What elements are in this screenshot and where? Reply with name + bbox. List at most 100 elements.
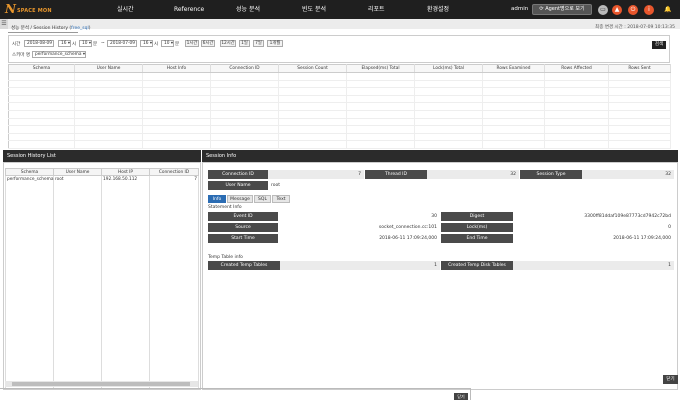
col-schema[interactable]: Schema — [5, 168, 54, 176]
agent-view-button[interactable]: ⟳ Agent명으로 보기 — [532, 4, 592, 15]
created-temp-disk-tables-value: 1 — [513, 261, 674, 270]
logo-text: SPACE MON — [17, 8, 52, 14]
nav-settings[interactable]: 환경설정 — [427, 0, 449, 19]
thread-id-value: 32 — [427, 170, 519, 179]
col-host-info[interactable]: Host Info — [142, 64, 211, 73]
col-lock-ms-total[interactable]: Lock(ms) Total — [414, 64, 483, 73]
empty-row — [8, 118, 671, 127]
col-elapsed-ms-total[interactable]: Elapsed(ms) Total — [346, 64, 415, 73]
logo[interactable]: N SPACE MON — [5, 2, 65, 17]
bottom-separator — [470, 388, 471, 400]
digest-value: 3300ff81ddaf109e87773cd7942c72bd — [513, 212, 674, 221]
bottom-divider — [0, 388, 470, 389]
nav-frequency[interactable]: 빈도 분석 — [302, 0, 326, 19]
user-name-label: User Name — [208, 181, 268, 190]
info-icon[interactable]: i — [644, 5, 654, 15]
empty-row — [8, 102, 671, 111]
nav-performance[interactable]: 성능 분석 — [236, 0, 260, 19]
tab-strip — [0, 19, 680, 29]
horizontal-scrollbar[interactable] — [5, 381, 198, 387]
quick-1h-button[interactable]: 1시간 — [185, 40, 199, 47]
connection-id-value: 7 — [268, 170, 364, 179]
quick-7d-button[interactable]: 7일 — [253, 40, 264, 47]
col-rows-sent[interactable]: Rows Sent — [608, 64, 671, 73]
user-name-value: root — [268, 181, 364, 190]
schema-select[interactable]: performance_schema ▾ — [32, 51, 86, 58]
quick-6h-button[interactable]: 6시간 — [201, 40, 215, 47]
digest-label: Digest — [441, 212, 513, 221]
empty-row — [8, 125, 671, 134]
scrollbar-thumb[interactable] — [12, 382, 190, 386]
range-separator: ~ — [101, 41, 105, 46]
empty-row — [8, 140, 671, 149]
tab-info[interactable]: Info — [208, 195, 226, 203]
col-host-ip[interactable]: Host IP — [101, 168, 150, 176]
thread-id-label: Thread ID — [365, 170, 427, 179]
empty-row — [5, 182, 199, 388]
hour-unit: 시 — [72, 42, 77, 47]
tab-message[interactable]: Message — [227, 195, 253, 203]
search-button[interactable]: 검색 — [652, 41, 666, 49]
start-hour-select[interactable]: 16 ▾ — [58, 40, 71, 47]
tab-sql[interactable]: SQL — [254, 195, 271, 203]
bottom-close-button[interactable]: 닫기 — [454, 393, 468, 400]
end-min-select[interactable]: 10 ▾ — [161, 40, 174, 47]
start-time-value: 2018-06-11 17:09:24,000 — [278, 234, 440, 243]
cell-host: 192.168.50.112 — [101, 175, 150, 183]
source-label: Source — [208, 223, 278, 232]
bell-icon[interactable]: 🔔 — [663, 5, 673, 15]
col-session-count[interactable]: Session Count — [278, 64, 347, 73]
col-connection-id[interactable]: Connection ID — [210, 64, 279, 73]
quick-12h-button[interactable]: 12시간 — [220, 40, 236, 47]
col-connection-id[interactable]: Connection ID — [149, 168, 199, 176]
tab-text[interactable]: Text — [272, 195, 290, 203]
col-user-name[interactable]: User Name — [53, 168, 102, 176]
nav-realtime[interactable]: 실시간 — [117, 0, 134, 19]
start-min-select[interactable]: 10 ▾ — [79, 40, 92, 47]
session-summary-table: Schema User Name Host Info Connection ID Ses… — [8, 64, 671, 149]
breadcrumb[interactable]: 성능 분석 / Session History (free_sql) — [11, 25, 91, 31]
col-rows-affected[interactable]: Rows Affected — [544, 64, 609, 73]
lock-value: 0 — [513, 223, 674, 232]
col-schema[interactable]: Schema — [8, 64, 75, 73]
session-info-header: Session Info — [202, 150, 678, 162]
close-button[interactable]: 닫기 — [663, 375, 678, 384]
quick-1m-button[interactable]: 1개월 — [267, 40, 283, 47]
created-temp-tables-value: 1 — [280, 261, 440, 270]
event-id-value: 30 — [278, 212, 440, 221]
end-date-input[interactable]: 2018-07-09 — [107, 40, 137, 47]
source-value: socket_connection.cc:101 — [278, 223, 440, 232]
session-history-list-header: Session History List — [3, 150, 201, 162]
logo-mark: N — [5, 2, 16, 16]
quick-1d-button[interactable]: 1일 — [239, 40, 250, 47]
empty-row — [8, 87, 671, 96]
monitor-icon[interactable]: ▭ — [598, 5, 608, 15]
event-id-label: Event ID — [208, 212, 278, 221]
nav-reference[interactable]: Reference — [174, 0, 204, 19]
nav-report[interactable]: 리포트 — [368, 0, 385, 19]
end-hour-select[interactable]: 16 ▾ — [140, 40, 153, 47]
col-user-name[interactable]: User Name — [74, 64, 143, 73]
admin-user[interactable]: admin — [511, 0, 528, 19]
end-time-value: 2018-06-11 17:09:24,000 — [513, 234, 674, 243]
hour-unit-end: 시 — [154, 42, 159, 47]
created-temp-disk-tables-label: Created Temp Disk Tables — [441, 261, 513, 270]
lock-label: Lock(ms) — [441, 223, 513, 232]
sidebar-toggle-icon[interactable]: ☰ — [0, 19, 8, 29]
end-time-label: End Time — [441, 234, 513, 243]
last-update-time: 최종 변경 시간 : 2018-07-09 10:13:35 — [595, 25, 675, 30]
table-row[interactable]: performance_schema root 192.168.50.112 7 — [5, 175, 199, 183]
empty-row — [8, 110, 671, 119]
statement-info-title: Statement Info — [208, 205, 242, 210]
min-unit-end: 분 — [175, 42, 180, 47]
active-tab-underline — [8, 32, 78, 33]
empty-row — [8, 80, 671, 89]
start-time-label: Start Time — [208, 234, 278, 243]
min-unit: 분 — [93, 42, 98, 47]
session-type-value: 32 — [582, 170, 674, 179]
start-date-input[interactable]: 2018-08-09 — [24, 40, 54, 47]
col-rows-examined[interactable]: Rows Examined — [482, 64, 545, 73]
temp-table-info-title: Temp Table info — [208, 255, 243, 260]
alert-icon[interactable]: ▲ — [612, 5, 622, 15]
power-icon[interactable]: ⏻ — [628, 5, 638, 15]
